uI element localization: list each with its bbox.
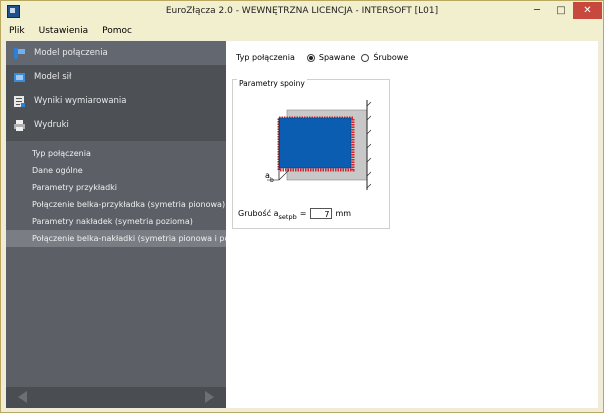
- hatch-mark: [366, 157, 372, 163]
- sub-navigation: Typ połączenia Dane ogólne Parametry prz…: [6, 141, 257, 387]
- maximize-button[interactable]: □: [549, 2, 573, 19]
- hatch-mark: [366, 171, 372, 177]
- close-button[interactable]: ✕: [573, 2, 602, 19]
- thickness-equals: =: [299, 209, 307, 218]
- nav-label: Wydruki: [34, 120, 69, 130]
- hatch-mark: [366, 115, 372, 121]
- nav-label: Wyniki wymiarowania: [34, 96, 127, 106]
- sidebar-footer: [6, 387, 226, 408]
- printer-icon: [13, 119, 26, 132]
- forces-model-icon: [13, 71, 26, 84]
- thickness-unit: mm: [335, 209, 352, 218]
- radio-welded-indicator[interactable]: [306, 53, 315, 62]
- nav-item-forces-model[interactable]: Model sił: [6, 65, 226, 89]
- nav-item-connection-model[interactable]: Model połączenia: [6, 41, 226, 65]
- sub-item-cover-plate-parameters[interactable]: Parametry nakładek (symetria pozioma): [6, 213, 226, 230]
- window-title: EuroZłącza 2.0 - WEWNĘTRZNA LICENCJA - I…: [165, 6, 439, 16]
- sub-item-general-data[interactable]: Dane ogólne: [6, 162, 226, 179]
- sub-item-beam-cover-connection[interactable]: Połączenie belka-nakładki (symetria pion…: [6, 230, 257, 247]
- nav-label: Model sił: [34, 72, 72, 82]
- connection-model-icon: [13, 47, 26, 60]
- previous-arrow-icon[interactable]: [18, 391, 27, 403]
- weld-diagram: a b: [265, 100, 372, 190]
- menu-help[interactable]: Pomoc: [94, 22, 138, 40]
- weld-parameters-group: Parametry spoiny a b Grubość a setpb = 7…: [232, 79, 390, 229]
- sidebar: Model połączenia Model sił Wyniki wymiar…: [6, 41, 257, 408]
- radio-bolted-label: Śrubowe: [373, 53, 409, 62]
- main-content: Typ połączenia Spawane Śrubowe Parametry…: [226, 41, 598, 408]
- weld-symbol-sub: b: [270, 177, 274, 184]
- next-arrow-icon[interactable]: [205, 391, 214, 403]
- thickness-input[interactable]: 7: [310, 208, 333, 219]
- app-window: EuroZłącza 2.0 - WEWNĘTRZNA LICENCJA - I…: [0, 0, 604, 413]
- sub-item-splice-parameters[interactable]: Parametry przykładki: [6, 179, 226, 196]
- menu-bar: Plik Ustawienia Pomoc: [1, 22, 603, 40]
- results-icon: [13, 95, 26, 108]
- nav-label: Model połączenia: [34, 48, 108, 58]
- hatch-mark: [366, 129, 372, 135]
- weld-parameters-title: Parametry spoiny: [237, 79, 307, 88]
- sub-item-connection-type[interactable]: Typ połączenia: [6, 145, 226, 162]
- connection-type-row: Typ połączenia Spawane Śrubowe: [236, 53, 414, 62]
- thickness-label: Grubość a: [238, 209, 279, 218]
- menu-settings[interactable]: Ustawienia: [31, 22, 94, 40]
- thickness-row: Grubość a setpb = 7 mm: [238, 208, 352, 221]
- connection-type-label: Typ połączenia: [236, 53, 295, 62]
- sub-item-beam-splice-connection[interactable]: Połączenie belka-przykładka (symetria pi…: [6, 196, 226, 213]
- hatch-mark: [366, 101, 372, 107]
- title-bar[interactable]: EuroZłącza 2.0 - WEWNĘTRZNA LICENCJA - I…: [1, 1, 603, 22]
- cover-plate: [278, 117, 352, 169]
- radio-bolted[interactable]: Śrubowe: [361, 53, 408, 62]
- nav-item-printouts[interactable]: Wydruki: [6, 113, 226, 137]
- nav-item-results[interactable]: Wyniki wymiarowania: [6, 89, 226, 113]
- hatch-mark: [366, 183, 372, 189]
- minimize-button[interactable]: ─: [525, 2, 549, 19]
- radio-welded[interactable]: Spawane: [306, 53, 356, 62]
- menu-file[interactable]: Plik: [1, 22, 31, 40]
- hatch-mark: [366, 143, 372, 149]
- radio-welded-label: Spawane: [318, 53, 356, 62]
- thickness-label-sub: setpb: [278, 212, 297, 221]
- radio-bolted-indicator[interactable]: [361, 53, 370, 62]
